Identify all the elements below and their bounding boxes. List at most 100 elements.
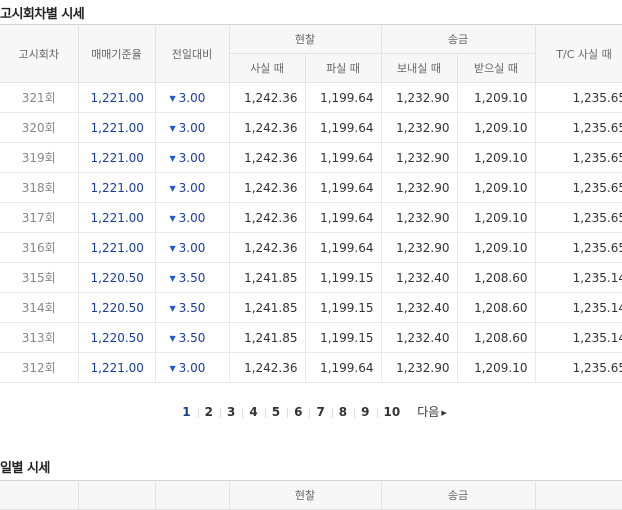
page-link-6[interactable]: 6 [287, 405, 309, 419]
base-rate-cell: 1,221.00 [77, 202, 155, 233]
tc-cell: 1,235.14 [534, 322, 622, 353]
change-cell: ▼ 3.00 [154, 232, 229, 263]
remit-send-cell: 1,232.40 [380, 262, 457, 293]
change-cell: ▼ 3.00 [154, 172, 229, 203]
down-triangle-icon: ▼ [169, 273, 176, 283]
cash-buy-cell: 1,242.36 [228, 202, 305, 233]
daily-header-blank-2 [77, 480, 156, 510]
change-value: 3.00 [178, 90, 206, 105]
round-cell: 317회 [0, 202, 78, 233]
rate-by-round-table: 고시회차 매매기준율 전일대비 현찰 송금 T/C 사실 때 사실 때 파실 때… [0, 24, 622, 383]
cash-buy-cell: 1,241.85 [228, 322, 305, 353]
page-link-5[interactable]: 5 [264, 405, 287, 419]
change-cell: ▼ 3.50 [154, 292, 229, 323]
chevron-right-icon: ▶ [441, 409, 447, 417]
page-link-1[interactable]: 1 [175, 405, 197, 419]
base-rate-cell: 1,221.00 [77, 142, 155, 173]
change-cell: ▼ 3.00 [154, 112, 229, 143]
header-tc: T/C 사실 때 [534, 24, 622, 83]
cash-buy-cell: 1,241.85 [228, 292, 305, 323]
change-value: 3.00 [178, 210, 206, 225]
page-link-3[interactable]: 3 [220, 405, 242, 419]
table-row: 316회 1,221.00 ▼ 3.00 1,242.36 1,199.64 1,232.9… [0, 232, 622, 263]
remit-send-cell: 1,232.90 [380, 202, 457, 233]
base-rate-cell: 1,221.00 [77, 352, 155, 383]
round-cell: 315회 [0, 262, 78, 293]
remit-receive-cell: 1,209.10 [456, 142, 535, 173]
section-title-daily: 일별 시세 [0, 461, 50, 476]
round-cell: 320회 [0, 112, 78, 143]
daily-header-blank-1 [0, 480, 79, 510]
table-row: 319회 1,221.00 ▼ 3.00 1,242.36 1,199.64 1,232.9… [0, 142, 622, 173]
round-cell: 312회 [0, 352, 78, 383]
remit-receive-cell: 1,209.10 [456, 172, 535, 203]
header-round: 고시회차 [0, 24, 79, 83]
remit-send-cell: 1,232.40 [380, 322, 457, 353]
down-triangle-icon: ▼ [169, 333, 176, 343]
table-row: 318회 1,221.00 ▼ 3.00 1,242.36 1,199.64 1,232.9… [0, 172, 622, 203]
tc-cell: 1,235.65 [534, 352, 622, 383]
base-rate-cell: 1,221.00 [77, 82, 155, 113]
change-cell: ▼ 3.00 [154, 352, 229, 383]
page-link-9[interactable]: 9 [354, 405, 376, 419]
change-cell: ▼ 3.00 [154, 142, 229, 173]
daily-header-blank-4 [534, 480, 622, 510]
header-cash: 현찰 [228, 24, 382, 54]
page-link-4[interactable]: 4 [242, 405, 264, 419]
round-cell: 314회 [0, 292, 78, 323]
remit-send-cell: 1,232.90 [380, 352, 457, 383]
change-cell: ▼ 3.00 [154, 82, 229, 113]
remit-receive-cell: 1,208.60 [456, 322, 535, 353]
base-rate-cell: 1,220.50 [77, 292, 155, 323]
round-cell: 316회 [0, 232, 78, 263]
cash-sell-cell: 1,199.64 [304, 172, 381, 203]
cash-sell-cell: 1,199.64 [304, 352, 381, 383]
change-value: 3.00 [178, 240, 206, 255]
header-remit-receive: 받으실 때 [456, 53, 536, 83]
change-value: 3.50 [178, 300, 206, 315]
next-label: 다음 [417, 405, 440, 419]
remit-receive-cell: 1,209.10 [456, 202, 535, 233]
pagination: 1 2 3 4 5 6 7 8 9 10 다음 ▶ [0, 403, 622, 420]
base-rate-cell: 1,221.00 [77, 232, 155, 263]
daily-header-cash: 현찰 [228, 480, 382, 510]
down-triangle-icon: ▼ [169, 93, 176, 103]
page-link-10[interactable]: 10 [376, 405, 408, 419]
tc-cell: 1,235.65 [534, 172, 622, 203]
down-triangle-icon: ▼ [169, 183, 176, 193]
page-link-2[interactable]: 2 [197, 405, 220, 419]
cash-buy-cell: 1,241.85 [228, 262, 305, 293]
change-value: 3.00 [178, 150, 206, 165]
remit-send-cell: 1,232.90 [380, 172, 457, 203]
cash-buy-cell: 1,242.36 [228, 82, 305, 113]
page-link-8[interactable]: 8 [331, 405, 354, 419]
header-remit-send: 보내실 때 [380, 53, 458, 83]
table-row: 317회 1,221.00 ▼ 3.00 1,242.36 1,199.64 1,232.9… [0, 202, 622, 233]
remit-receive-cell: 1,209.10 [456, 352, 535, 383]
remit-receive-cell: 1,208.60 [456, 292, 535, 323]
next-page-link[interactable]: 다음 ▶ [407, 405, 446, 419]
tc-cell: 1,235.65 [534, 142, 622, 173]
page-link-7[interactable]: 7 [309, 405, 331, 419]
table-row: 315회 1,220.50 ▼ 3.50 1,241.85 1,199.15 1,232.4… [0, 262, 622, 293]
base-rate-cell: 1,221.00 [77, 112, 155, 143]
change-cell: ▼ 3.50 [154, 262, 229, 293]
remit-receive-cell: 1,209.10 [456, 82, 535, 113]
remit-send-cell: 1,232.90 [380, 82, 457, 113]
table-row: 312회 1,221.00 ▼ 3.00 1,242.36 1,199.64 1,232.9… [0, 352, 622, 383]
remit-receive-cell: 1,209.10 [456, 112, 535, 143]
cash-sell-cell: 1,199.15 [304, 322, 381, 353]
remit-send-cell: 1,232.90 [380, 112, 457, 143]
change-value: 3.50 [178, 330, 206, 345]
down-triangle-icon: ▼ [169, 123, 176, 133]
remit-send-cell: 1,232.90 [380, 232, 457, 263]
header-change: 전일대비 [154, 24, 230, 83]
cash-sell-cell: 1,199.15 [304, 262, 381, 293]
cash-sell-cell: 1,199.64 [304, 112, 381, 143]
daily-rate-table: 현찰 송금 [0, 480, 622, 510]
cash-buy-cell: 1,242.36 [228, 142, 305, 173]
cash-sell-cell: 1,199.15 [304, 292, 381, 323]
cash-buy-cell: 1,242.36 [228, 172, 305, 203]
change-value: 3.00 [178, 360, 206, 375]
base-rate-cell: 1,220.50 [77, 262, 155, 293]
